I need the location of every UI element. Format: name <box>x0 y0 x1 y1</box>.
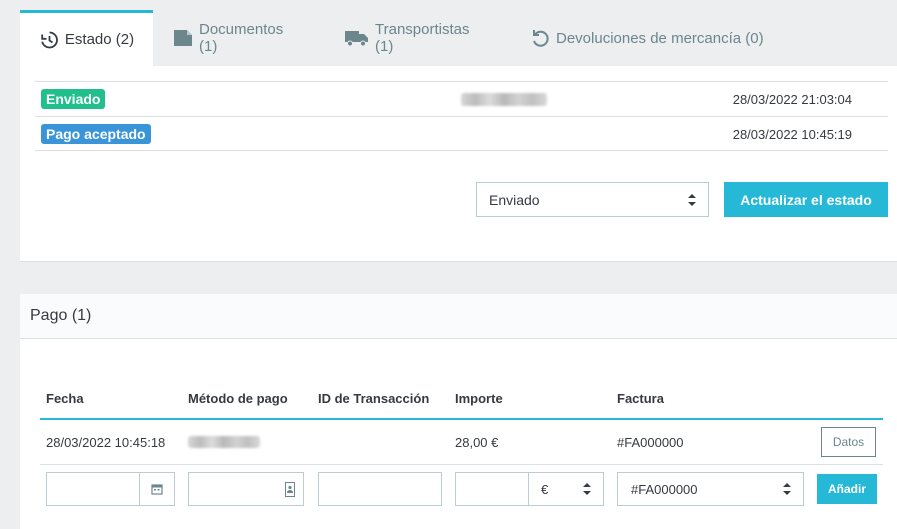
column-header-transaction: ID de Transacción <box>318 391 430 406</box>
invoice-select-value: #FA000000 <box>631 481 698 497</box>
invoice-select[interactable]: #FA000000 <box>617 472 804 506</box>
add-payment-button[interactable]: Añadir <box>817 474 877 504</box>
truck-icon <box>345 29 369 47</box>
status-badge: Pago aceptado <box>41 124 151 144</box>
status-date: 28/03/2022 21:03:04 <box>732 92 852 107</box>
table-row: Enviado 28/03/2022 21:03:04 <box>35 81 888 116</box>
currency-select[interactable]: € <box>528 473 603 505</box>
status-badge: Enviado <box>41 89 106 109</box>
blurred-employee-name <box>461 93 547 106</box>
tab-carriers-label: Transportistas (1) <box>375 21 470 55</box>
payment-date-input[interactable] <box>46 472 175 506</box>
column-header-method: Método de pago <box>188 391 288 406</box>
payment-panel-title: Pago (1) <box>20 294 897 339</box>
payment-date: 28/03/2022 10:45:18 <box>46 435 166 450</box>
calendar-icon[interactable] <box>139 473 174 505</box>
payment-method-input[interactable] <box>188 472 304 506</box>
tab-documents[interactable]: Documentos (1) <box>153 10 325 66</box>
tab-returns-label: Devoluciones de mercancía (0) <box>556 29 764 47</box>
payment-details-button[interactable]: Datos <box>821 427 876 457</box>
table-row-divider <box>40 464 883 465</box>
payment-panel: Pago (1) Fecha Método de pago ID de Tran… <box>20 294 897 529</box>
table-row: Pago aceptado 28/03/2022 10:45:19 <box>35 116 888 151</box>
select-caret-icon <box>783 483 791 495</box>
transaction-id-input[interactable] <box>318 472 442 506</box>
tab-status[interactable]: Estado (2) <box>20 10 153 66</box>
table-header-divider <box>40 418 883 420</box>
currency-select-value: € <box>541 481 549 497</box>
payment-invoice: #FA000000 <box>617 435 684 450</box>
status-panel: Enviado 28/03/2022 21:03:04 Pago aceptad… <box>20 66 897 262</box>
column-header-invoice: Factura <box>617 391 664 406</box>
history-icon <box>39 30 59 50</box>
undo-icon <box>530 28 550 48</box>
contact-card-icon <box>285 482 295 500</box>
order-tabs: Estado (2) Documentos (1) Transportistas… <box>20 10 897 66</box>
tab-status-label: Estado (2) <box>64 31 135 48</box>
payment-amount: 28,00 € <box>455 435 499 450</box>
tab-carriers[interactable]: Transportistas (1) <box>325 10 510 66</box>
select-caret-icon <box>688 193 696 206</box>
column-header-date: Fecha <box>46 391 84 406</box>
select-caret-icon <box>583 483 591 495</box>
order-status-select-value: Enviado <box>489 191 540 208</box>
update-status-button[interactable]: Actualizar el estado <box>724 182 888 217</box>
document-icon <box>173 29 193 47</box>
column-header-amount: Importe <box>455 391 503 406</box>
status-history-table: Enviado 28/03/2022 21:03:04 Pago aceptad… <box>35 81 888 151</box>
status-date: 28/03/2022 10:45:19 <box>732 127 852 142</box>
blurred-payment-method <box>188 436 260 448</box>
order-status-select[interactable]: Enviado <box>476 182 709 217</box>
payment-amount-input[interactable]: € <box>455 472 604 506</box>
tab-documents-label: Documentos (1) <box>199 21 284 55</box>
tab-returns[interactable]: Devoluciones de mercancía (0) <box>510 10 784 66</box>
